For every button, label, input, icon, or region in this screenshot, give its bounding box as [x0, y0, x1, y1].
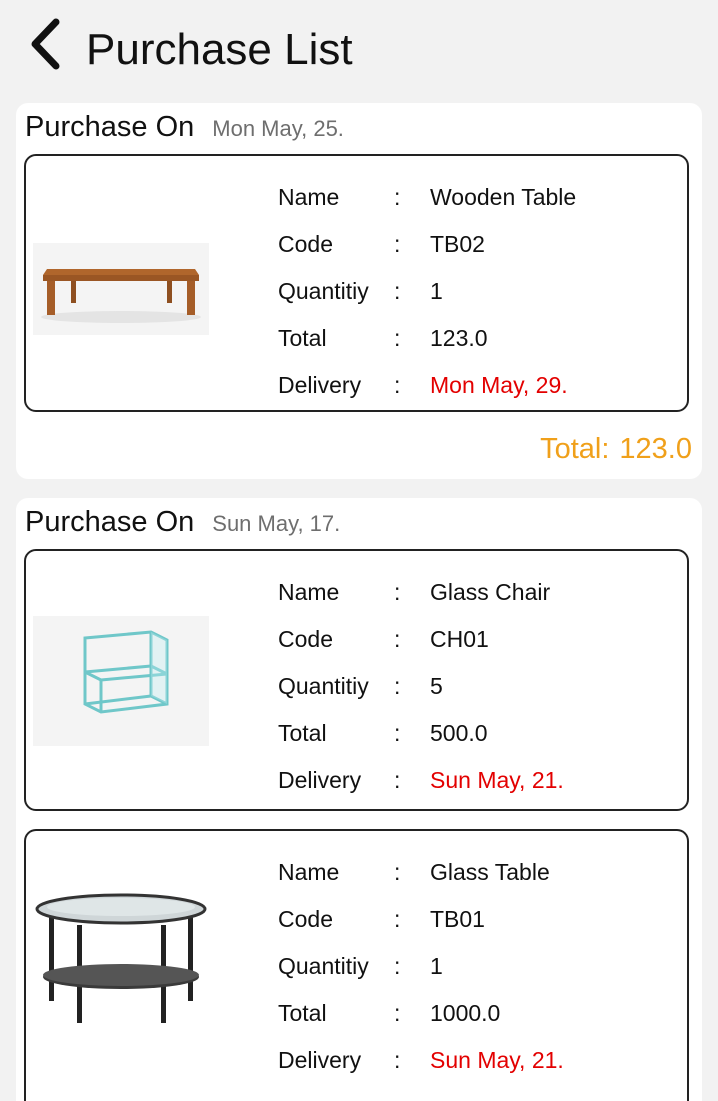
item-code: TB02: [430, 231, 485, 257]
separator: :: [394, 673, 401, 699]
item-delivery-date: Sun May, 21.: [430, 1047, 564, 1073]
total-label: Total: [278, 1000, 327, 1026]
item-name: Glass Chair: [430, 579, 551, 605]
purchase-item-card[interactable]: Name : Wooden Table Code : TB02 Quantiti…: [24, 154, 689, 412]
separator: :: [394, 325, 401, 351]
purchase-on-label: Purchase On: [25, 111, 195, 143]
purchase-on-label: Purchase On: [25, 506, 195, 538]
item-quantity: 1: [430, 278, 443, 304]
name-label: Name: [278, 184, 340, 210]
item-code: TB01: [430, 906, 485, 932]
item-name: Glass Table: [430, 859, 550, 885]
separator: :: [394, 767, 401, 793]
separator: :: [394, 906, 401, 932]
separator: :: [394, 1047, 401, 1073]
page-title: Purchase List: [86, 25, 353, 74]
separator: :: [394, 953, 401, 979]
item-total: 500.0: [430, 720, 488, 746]
group-total-value: 123.0: [619, 433, 692, 465]
separator: :: [394, 720, 401, 746]
purchase-item-card[interactable]: Name : Glass Chair Code : CH01 Quantitiy…: [24, 549, 689, 811]
separator: :: [394, 1000, 401, 1026]
separator: :: [394, 859, 401, 885]
glass-chair-image: [33, 616, 209, 746]
detail-row-delivery: Delivery : Sun May, 21.: [278, 1037, 678, 1084]
delivery-label: Delivery: [278, 1047, 362, 1073]
item-quantity: 5: [430, 673, 443, 699]
item-delivery-date: Mon May, 29.: [430, 372, 568, 398]
name-label: Name: [278, 579, 340, 605]
separator: :: [394, 372, 401, 398]
detail-row-total: Total : 123.0: [278, 315, 678, 362]
item-details: Name : Glass Table Code : TB01 Quantitiy…: [278, 849, 678, 1084]
purchase-item-card[interactable]: Name : Glass Table Code : TB01 Quantitiy…: [24, 829, 689, 1101]
code-label: Code: [278, 906, 333, 932]
detail-row-name: Name : Wooden Table: [278, 174, 678, 221]
item-total: 123.0: [430, 325, 488, 351]
separator: :: [394, 231, 401, 257]
group-total: Total: 123.0: [540, 433, 692, 466]
glass-table-image: [33, 891, 209, 1031]
item-name: Wooden Table: [430, 184, 577, 210]
detail-row-quantity: Quantitiy : 1: [278, 268, 678, 315]
purchase-group-header: Purchase On Sun May, 17.: [25, 506, 340, 546]
total-label: Total: [278, 325, 327, 351]
separator: :: [394, 579, 401, 605]
quantity-label: Quantitiy: [278, 953, 369, 979]
code-label: Code: [278, 626, 333, 652]
purchase-group: Purchase On Mon May, 25. Name : Wooden T…: [16, 103, 702, 479]
name-label: Name: [278, 859, 340, 885]
purchase-group: Purchase On Sun May, 17. Name: Glass Ch…: [16, 498, 702, 1101]
group-total-label: Total:: [540, 433, 610, 465]
item-details: Name : Glass Chair Code : CH01 Quantitiy…: [278, 569, 678, 804]
detail-row-code: Code : TB01: [278, 896, 678, 943]
detail-row-code: Code : TB02: [278, 221, 678, 268]
detail-row-delivery: Delivery : Sun May, 21.: [278, 757, 678, 804]
item-quantity: 1: [430, 953, 443, 979]
detail-row-name: Name : Glass Chair: [278, 569, 678, 616]
purchase-group-header: Purchase On Mon May, 25.: [25, 111, 344, 151]
detail-row-total: Total : 1000.0: [278, 990, 678, 1037]
chevron-left-icon: [31, 18, 60, 70]
quantity-label: Quantitiy: [278, 278, 369, 304]
purchase-date: Mon May, 25.: [212, 116, 344, 141]
separator: :: [394, 184, 401, 210]
code-label: Code: [278, 231, 333, 257]
app-header: Purchase List: [0, 0, 718, 100]
delivery-label: Delivery: [278, 372, 362, 398]
delivery-label: Delivery: [278, 767, 362, 793]
detail-row-code: Code : CH01: [278, 616, 678, 663]
item-details: Name : Wooden Table Code : TB02 Quantiti…: [278, 174, 678, 409]
detail-row-quantity: Quantitiy : 5: [278, 663, 678, 710]
total-label: Total: [278, 720, 327, 746]
separator: :: [394, 278, 401, 304]
item-total: 1000.0: [430, 1000, 501, 1026]
detail-row-quantity: Quantitiy : 1: [278, 943, 678, 990]
item-delivery-date: Sun May, 21.: [430, 767, 564, 793]
detail-row-name: Name : Glass Table: [278, 849, 678, 896]
back-button[interactable]: [20, 14, 70, 74]
separator: :: [394, 626, 401, 652]
item-code: CH01: [430, 626, 489, 652]
detail-row-total: Total : 500.0: [278, 710, 678, 757]
quantity-label: Quantitiy: [278, 673, 369, 699]
wooden-table-image: [33, 243, 209, 335]
detail-row-delivery: Delivery : Mon May, 29.: [278, 362, 678, 409]
purchase-date: Sun May, 17.: [212, 511, 341, 536]
